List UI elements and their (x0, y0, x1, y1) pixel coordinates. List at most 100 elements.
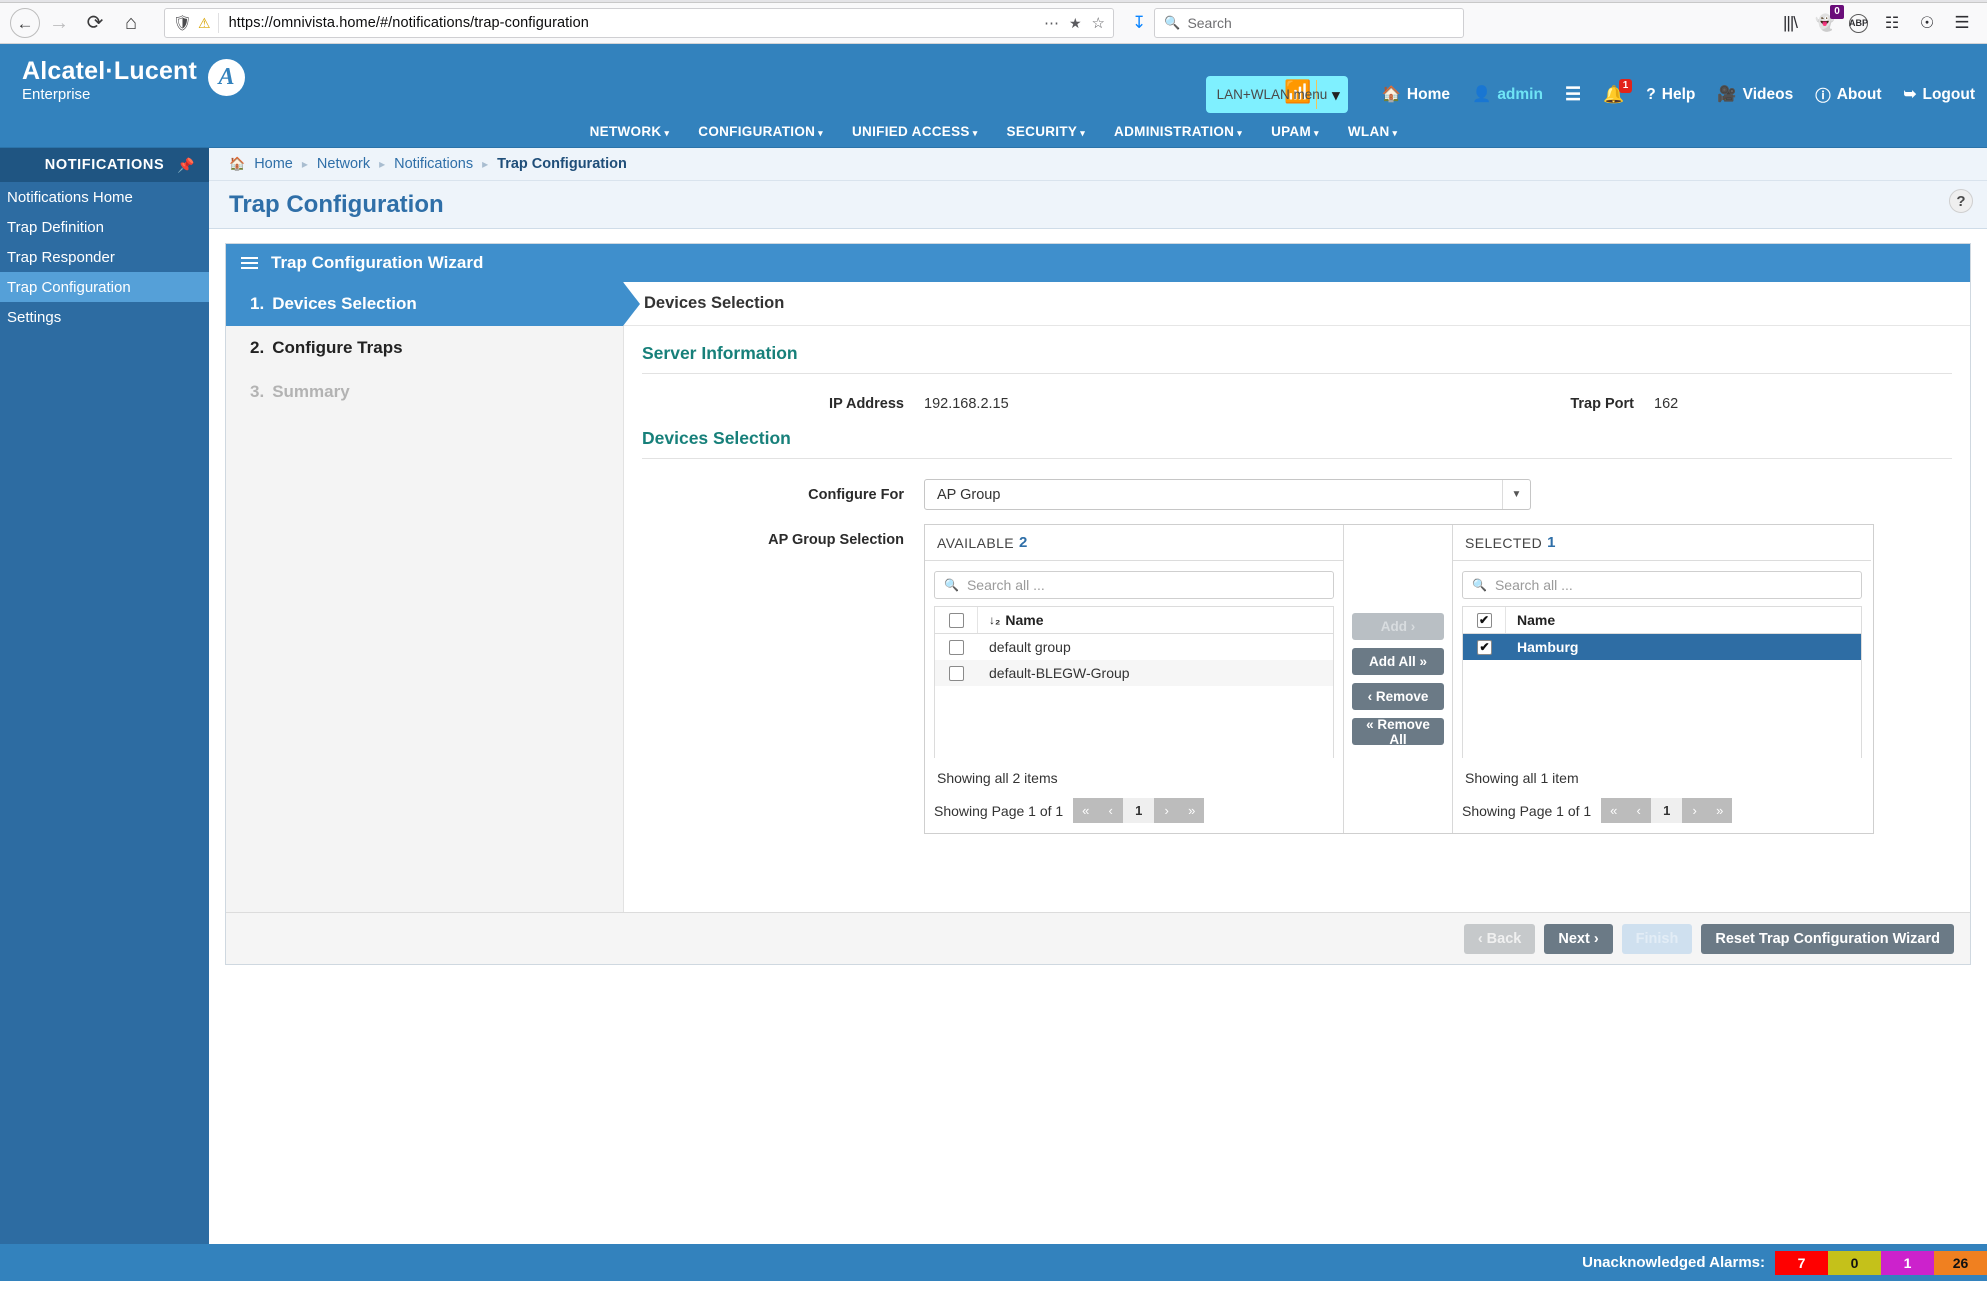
chevron-down-icon[interactable]: ▾ (1332, 86, 1340, 104)
home-icon[interactable]: ⌂ (114, 6, 148, 40)
topnav-logout[interactable]: ➥ Logout (1903, 85, 1975, 104)
mainnav-configuration[interactable]: CONFIGURATION ▾ (698, 124, 823, 139)
mainnav-network[interactable]: NETWORK ▾ (590, 124, 670, 139)
main-nav: NETWORK ▾ CONFIGURATION ▾ UNIFIED ACCESS ▾ … (0, 116, 1987, 148)
topnav-videos[interactable]: 🎥 Videos (1717, 85, 1793, 104)
pager-last[interactable]: » (1179, 798, 1205, 823)
selected-select-all-checkbox[interactable]: ✔ (1463, 607, 1506, 633)
wizard-step-configure-traps[interactable]: 2. Configure Traps (226, 326, 623, 370)
step-label: Devices Selection (272, 294, 417, 313)
topnav-admin[interactable]: 👤 admin (1472, 85, 1543, 104)
pager-prev[interactable]: ‹ (1626, 798, 1652, 823)
configure-for-value: AP Group (937, 486, 1001, 503)
chevron-down-icon[interactable]: ▼ (1502, 480, 1530, 509)
reset-wizard-button[interactable]: Reset Trap Configuration Wizard (1701, 923, 1954, 954)
shield-icon[interactable]: 🛡 (173, 14, 192, 32)
sidebar-item-trap-responder[interactable]: Trap Responder (0, 242, 209, 272)
table-row[interactable]: default group (935, 634, 1333, 660)
sidebar-item-trap-definition[interactable]: Trap Definition (0, 212, 209, 242)
mainnav-security[interactable]: SECURITY ▾ (1007, 124, 1086, 139)
wizard-step-devices-selection[interactable]: 1. Devices Selection (226, 282, 640, 326)
account-icon[interactable]: ☉ (1916, 12, 1938, 34)
mainnav-wlan[interactable]: WLAN ▾ (1348, 124, 1398, 139)
pager-next[interactable]: › (1154, 798, 1180, 823)
pager-first[interactable]: « (1073, 798, 1099, 823)
download-arrow-icon[interactable]: ↧ (1126, 13, 1152, 33)
available-page-label: Showing Page 1 of 1 (934, 802, 1064, 819)
remove-all-button[interactable]: « Remove All (1352, 717, 1444, 747)
available-search-input[interactable]: 🔍 Search all ... (934, 571, 1334, 599)
ellipsis-icon[interactable]: ⋯ (1044, 14, 1059, 32)
forward-icon[interactable]: → (42, 6, 76, 40)
topnav-help[interactable]: ? Help (1646, 86, 1695, 104)
breadcrumb-notifications[interactable]: Notifications (394, 156, 473, 172)
main-column: 🏠 Home ▸ Network ▸ Notifications ▸ Trap … (209, 148, 1987, 1244)
url-text: https://omnivista.home/#/notifications/t… (228, 15, 589, 31)
available-select-all-checkbox[interactable] (935, 607, 978, 633)
mainnav-administration[interactable]: ADMINISTRATION ▾ (1114, 124, 1242, 139)
breadcrumb-network[interactable]: Network (317, 156, 370, 172)
sidebar-item-settings[interactable]: Settings (0, 302, 209, 332)
star-icon[interactable]: ☆ (1092, 14, 1105, 32)
configure-for-label: Configure For (808, 486, 904, 503)
reload-icon[interactable]: ⟳ (78, 6, 112, 40)
row-checkbox[interactable]: ✔ (1463, 634, 1506, 660)
row-checkbox[interactable] (935, 634, 978, 660)
sort-asc-icon[interactable]: ↓₂ (989, 613, 1000, 627)
topnav-about[interactable]: ⓘ About (1815, 84, 1881, 106)
selected-count: 1 (1547, 534, 1556, 551)
sidebar-toggle-icon[interactable]: ☷ (1881, 12, 1903, 34)
selected-column-name[interactable]: Name (1506, 612, 1555, 628)
topnav-home[interactable]: 🏠 Home (1382, 85, 1450, 104)
context-menu-selector[interactable]: 📶 LAN+WLAN menu ▾ (1205, 76, 1348, 113)
configure-for-select[interactable]: AP Group ▼ (924, 479, 1531, 510)
status-badge-minor[interactable]: 1 (1881, 1250, 1934, 1275)
mainnav-upam[interactable]: UPAM ▾ (1271, 124, 1319, 139)
sidebar-item-notifications-home[interactable]: Notifications Home (0, 182, 209, 212)
lock-warning-icon[interactable]: ⚠ (198, 15, 211, 32)
pager-current-page[interactable]: 1 (1651, 798, 1683, 823)
adblock-plus-icon[interactable]: ABP (1849, 13, 1868, 33)
pager-prev[interactable]: ‹ (1098, 798, 1124, 823)
pager-first[interactable]: « (1601, 798, 1627, 823)
row-checkbox[interactable] (935, 660, 978, 686)
add-all-button[interactable]: Add All » (1352, 648, 1444, 675)
selected-search-input[interactable]: 🔍 Search all ... (1462, 571, 1862, 599)
available-title: AVAILABLE 2 (925, 525, 1343, 561)
library-icon[interactable]: |||\ (1779, 12, 1801, 34)
pager-current-page[interactable]: 1 (1123, 798, 1155, 823)
back-icon[interactable]: ← (10, 8, 40, 38)
topnav-list[interactable]: ☰ (1565, 84, 1581, 105)
configure-for-row: Configure For AP Group ▼ (624, 459, 1970, 510)
browser-search-input[interactable]: 🔍 Search (1154, 8, 1465, 38)
table-row[interactable]: default-BLEGW-Group (935, 660, 1333, 686)
status-badge-critical[interactable]: 7 (1775, 1250, 1828, 1275)
pocket-icon[interactable]: ★ (1069, 15, 1082, 32)
pager-last[interactable]: » (1707, 798, 1733, 823)
table-row[interactable]: ✔ Hamburg (1463, 634, 1861, 660)
url-bar[interactable]: 🛡 ⚠ https://omnivista.home/#/notificatio… (164, 8, 1114, 38)
mainnav-unified-access[interactable]: UNIFIED ACCESS ▾ (852, 124, 978, 139)
chevron-down-icon: ▾ (1314, 128, 1319, 138)
trap-configuration-wizard: Trap Configuration Wizard 1. Devices Sel… (225, 243, 1971, 965)
selected-grid-header: ✔ Name (1463, 607, 1861, 634)
status-badge-major[interactable]: 0 (1828, 1250, 1881, 1275)
pin-icon[interactable]: 📌 (177, 157, 195, 174)
status-badge-warning[interactable]: 26 (1934, 1250, 1987, 1275)
transfer-buttons: Add › Add All » ‹ Remove « Remove All (1352, 613, 1444, 747)
ghostery-icon[interactable]: 👻 0 (1814, 5, 1844, 34)
next-button[interactable]: Next › (1544, 923, 1613, 954)
url-identity-icons: 🛡 ⚠ (173, 13, 219, 33)
brand-logo[interactable]: Alcatel·Lucent Enterprise A (22, 58, 246, 103)
remove-button[interactable]: ‹ Remove (1352, 683, 1444, 710)
topnav-notifications[interactable]: 🔔 1 (1603, 78, 1633, 105)
question-mark-icon[interactable]: ? (1949, 189, 1973, 213)
hamburger-icon[interactable] (241, 257, 258, 269)
selected-showing-items: Showing all 1 item (1465, 770, 1579, 786)
sidebar-item-trap-configuration[interactable]: Trap Configuration (0, 272, 209, 302)
hamburger-menu-icon[interactable]: ☰ (1951, 12, 1973, 34)
selected-label: SELECTED (1465, 534, 1543, 551)
breadcrumb-home[interactable]: Home (254, 156, 293, 172)
available-column-name[interactable]: ↓₂ Name (978, 612, 1043, 628)
pager-next[interactable]: › (1682, 798, 1708, 823)
